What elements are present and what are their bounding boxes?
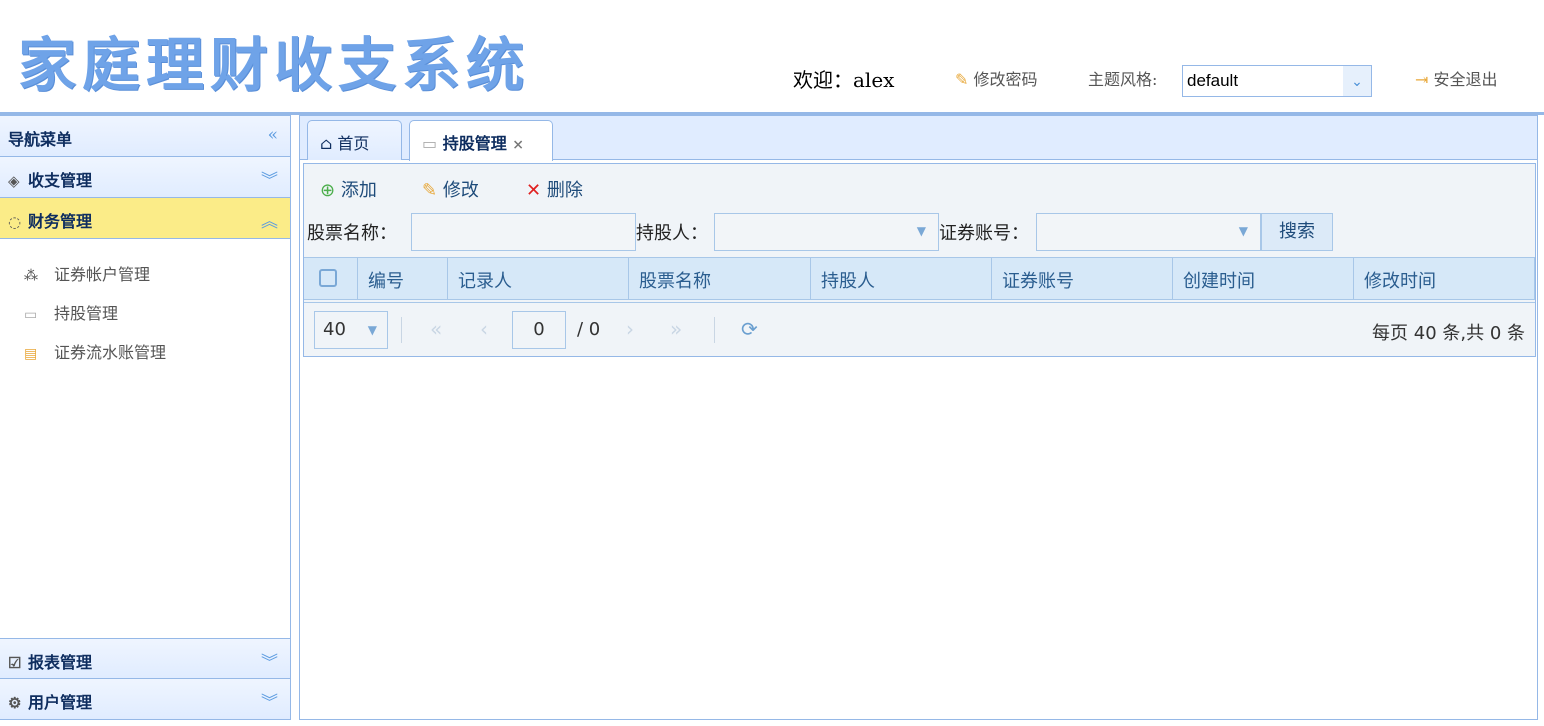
dropdown-arrow-icon: ▼ xyxy=(916,224,926,238)
select-all-checkbox[interactable] xyxy=(304,258,358,299)
refresh-icon[interactable]: ⟳ xyxy=(741,317,758,341)
sidebar-title: 导航菜单 « xyxy=(0,116,290,157)
column-header[interactable]: 创建时间 xyxy=(1173,258,1354,299)
home-icon: ⌂ xyxy=(320,134,333,153)
collapse-icon[interactable]: « xyxy=(268,125,278,145)
expand-icon: ︾ xyxy=(261,653,278,673)
holdings-panel: ⊕ 添加 ✎ 修改 ✕ 删除 股票名称： 持股人： ▼ 证券账号： ▼ 搜索 编… xyxy=(303,163,1536,357)
search-button[interactable]: 搜索 xyxy=(1261,213,1333,251)
logout-link[interactable]: ⇥ 安全退出 xyxy=(1415,66,1498,90)
close-icon[interactable]: × xyxy=(512,137,524,153)
divider xyxy=(401,317,402,343)
page-input[interactable]: 0 xyxy=(512,311,566,349)
last-page-icon[interactable]: » xyxy=(670,317,682,341)
sidebar-group-finance[interactable]: ◌ 财务管理 ︽ xyxy=(0,198,290,239)
grid-header: 编号 记录人 股票名称 持股人 证券账号 创建时间 修改时间 xyxy=(304,257,1535,300)
welcome-text: 欢迎：alex xyxy=(793,68,895,92)
account-label: 证券账号： xyxy=(939,223,1029,244)
collapse-group-icon: ︽ xyxy=(261,212,278,232)
delete-icon: ✕ xyxy=(526,180,542,201)
tab-home[interactable]: ⌂ 首页 xyxy=(307,120,402,160)
chart-icon: ☑ xyxy=(8,654,22,672)
dropdown-arrow-icon: ▼ xyxy=(1238,224,1248,238)
column-header[interactable]: 修改时间 xyxy=(1354,258,1535,299)
column-header[interactable]: 股票名称 xyxy=(629,258,811,299)
page-size-select[interactable]: 40 ▼ xyxy=(314,311,388,349)
edit-icon: ✎ xyxy=(422,180,438,201)
column-header[interactable]: 记录人 xyxy=(448,258,629,299)
diamond-icon: ◈ xyxy=(8,172,20,190)
sidebar-group-income[interactable]: ◈ 收支管理 ︾ xyxy=(0,157,290,198)
column-header[interactable]: 证券账号 xyxy=(992,258,1173,299)
account-select[interactable]: ▼ xyxy=(1036,213,1261,251)
theme-label: 主题风格: xyxy=(1088,70,1158,89)
first-page-icon[interactable]: « xyxy=(430,317,442,341)
tab-holdings[interactable]: ▭ 持股管理 × xyxy=(409,120,553,161)
tab-bar: ⌂ 首页 ▭ 持股管理 × xyxy=(300,116,1537,161)
expand-icon: ︾ xyxy=(261,171,278,191)
column-header[interactable]: 持股人 xyxy=(811,258,992,299)
next-page-icon[interactable]: › xyxy=(626,317,634,341)
sidebar: 导航菜单 « ◈ 收支管理 ︾ ◌ 财务管理 ︽ ⁂ 证券帐户管理 ▭ 持股管理 ▤ 证券流水账… xyxy=(0,115,291,720)
prev-page-icon[interactable]: ‹ xyxy=(480,317,488,341)
edit-icon: ✎ xyxy=(955,70,969,89)
theme-select[interactable]: default ⌄ xyxy=(1182,65,1372,97)
stock-name-input[interactable] xyxy=(411,213,636,251)
sidebar-group-reports[interactable]: ☑ 报表管理 ︾ xyxy=(0,638,290,679)
holder-label: 持股人： xyxy=(636,223,708,244)
divider xyxy=(714,317,715,343)
pager: 40 ▼ « ‹ 0 / 0 › » ⟳ 每页 40 条,共 0 条 xyxy=(304,302,1535,356)
expand-icon: ︾ xyxy=(261,693,278,713)
sidebar-item-securities-account[interactable]: ⁂ 证券帐户管理 xyxy=(24,261,150,285)
ticket-icon: ▭ xyxy=(24,307,38,323)
sidebar-item-holdings[interactable]: ▭ 持股管理 xyxy=(24,300,118,324)
add-button[interactable]: ⊕ 添加 xyxy=(320,176,377,202)
ledger-icon: ▤ xyxy=(24,346,38,362)
gear-icon: ⚙ xyxy=(8,694,22,712)
sidebar-group-users[interactable]: ⚙ 用户管理 ︾ xyxy=(0,679,290,720)
app-logo: 家庭理财收支系统 xyxy=(18,31,531,99)
pager-summary: 每页 40 条,共 0 条 xyxy=(1372,323,1525,344)
plus-circle-icon: ⊕ xyxy=(320,180,336,201)
coins-icon: ⁂ xyxy=(24,268,38,284)
stock-name-label: 股票名称： xyxy=(307,223,397,244)
sidebar-item-securities-ledger[interactable]: ▤ 证券流水账管理 xyxy=(24,339,166,363)
main-panel: ⌂ 首页 ▭ 持股管理 × ⊕ 添加 ✎ 修改 ✕ 删除 股票名称： 持股人： … xyxy=(299,115,1538,720)
delete-button[interactable]: ✕ 删除 xyxy=(526,176,583,202)
ticket-icon: ▭ xyxy=(422,134,438,153)
change-password-link[interactable]: ✎ 修改密码 xyxy=(955,66,1038,90)
piggy-bank-icon: ◌ xyxy=(8,213,22,231)
dropdown-arrow-icon: ▼ xyxy=(367,323,377,337)
total-pages: / 0 xyxy=(577,319,601,340)
column-header[interactable]: 编号 xyxy=(358,258,448,299)
holder-select[interactable]: ▼ xyxy=(714,213,939,251)
edit-button[interactable]: ✎ 修改 xyxy=(422,176,479,202)
chevron-down-icon: ⌄ xyxy=(1343,66,1371,96)
logout-icon: ⇥ xyxy=(1415,70,1429,89)
